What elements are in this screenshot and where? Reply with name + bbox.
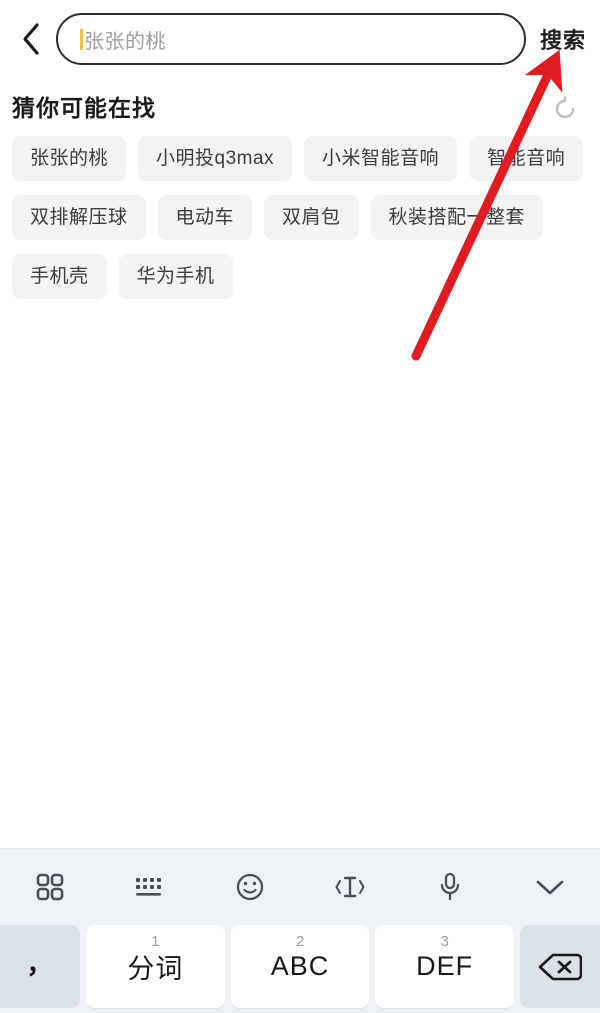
suggestion-chip[interactable]: 电动车 bbox=[157, 195, 253, 240]
search-input[interactable]: 张张的桃 bbox=[56, 13, 526, 65]
keyboard-tool-cursor[interactable] bbox=[300, 849, 400, 925]
abc-key-number: 2 bbox=[295, 933, 305, 950]
suggestion-chip[interactable]: 手机壳 bbox=[12, 254, 107, 299]
suggestion-chip[interactable]: 秋装搭配一整套 bbox=[370, 195, 544, 240]
suggestions-header: 猜你可能在找 bbox=[0, 84, 600, 128]
keyboard-panel: ， 1 分词 2 ABC 3 DEF bbox=[0, 848, 600, 1013]
def-key-label: DEF bbox=[416, 951, 474, 981]
abc-key-label: ABC bbox=[270, 951, 330, 981]
comma-key-label: ， bbox=[26, 949, 54, 979]
chevron-left-icon bbox=[19, 21, 43, 57]
keyboard-tool-apps[interactable] bbox=[0, 849, 100, 925]
search-button[interactable]: 搜索 bbox=[540, 23, 586, 55]
suggestion-chip[interactable]: 双排解压球 bbox=[12, 195, 146, 240]
fenci-key-label: 分词 bbox=[127, 954, 184, 984]
keyboard-toolbar bbox=[0, 849, 600, 925]
suggestion-chip-list: 张张的桃 小明投q3max 小米智能音响 智能音响 双排解压球 电动车 双肩包 … bbox=[0, 128, 600, 299]
suggestions-section: 猜你可能在找 张张的桃 小明投q3max 小米智能音响 智能音响 双排解压球 电… bbox=[0, 84, 600, 299]
text-caret bbox=[80, 28, 83, 50]
refresh-button[interactable] bbox=[552, 96, 578, 122]
suggestion-chip[interactable]: 张张的桃 bbox=[12, 136, 127, 181]
abc-key[interactable]: 2 ABC bbox=[230, 925, 370, 1008]
suggestions-title: 猜你可能在找 bbox=[12, 95, 156, 121]
suggestion-chip[interactable]: 智能音响 bbox=[469, 136, 584, 181]
suggestion-chip[interactable]: 小明投q3max bbox=[138, 136, 293, 181]
chevron-down-icon bbox=[533, 876, 567, 898]
search-screen: 张张的桃 搜索 猜你可能在找 张张的桃 小明投q3max 小米智能音响 智能音响… bbox=[0, 0, 600, 1013]
search-input-placeholder: 张张的桃 bbox=[84, 30, 166, 53]
text-cursor-move-icon bbox=[333, 873, 367, 901]
keyboard-key-row: ， 1 分词 2 ABC 3 DEF bbox=[0, 925, 600, 1013]
keyboard-tool-collapse[interactable] bbox=[500, 849, 600, 925]
microphone-icon bbox=[437, 871, 463, 903]
backspace-delete-icon bbox=[538, 952, 583, 982]
suggestion-chip[interactable]: 双肩包 bbox=[264, 195, 359, 240]
def-key[interactable]: 3 DEF bbox=[375, 925, 515, 1008]
back-button[interactable] bbox=[10, 13, 52, 65]
backspace-key[interactable] bbox=[520, 925, 600, 1008]
suggestion-chip[interactable]: 华为手机 bbox=[118, 254, 233, 299]
fenci-key[interactable]: 1 分词 bbox=[86, 925, 225, 1008]
keyboard-tool-voice[interactable] bbox=[400, 849, 500, 925]
comma-key[interactable]: ， bbox=[0, 925, 80, 1008]
keyboard-icon bbox=[134, 874, 166, 900]
emoji-smiley-icon bbox=[235, 872, 265, 902]
def-key-number: 3 bbox=[440, 933, 449, 950]
refresh-icon bbox=[552, 96, 578, 122]
fenci-key-number: 1 bbox=[151, 933, 160, 950]
keyboard-tool-keyboard[interactable] bbox=[100, 849, 200, 925]
keyboard-tool-emoji[interactable] bbox=[200, 849, 300, 925]
search-header: 张张的桃 搜索 bbox=[0, 0, 600, 78]
grid-apps-icon bbox=[35, 872, 65, 902]
suggestion-chip[interactable]: 小米智能音响 bbox=[304, 136, 458, 181]
